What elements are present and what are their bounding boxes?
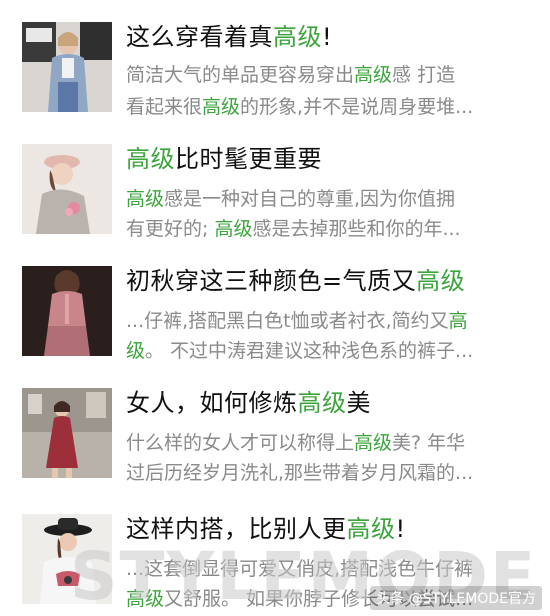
title-keyword: 高级 [126,145,175,173]
article-desc-line: 什么样的女人才可以称得上高级美? 年华 [126,428,530,458]
title-keyword: 高级 [297,389,347,417]
woman-pink-satin-photo-icon [22,266,112,356]
article-desc-line: 看起来很高级的形象,并不是说周身要堆... [126,92,530,122]
desc-text: 感 打造 [392,64,456,86]
article-desc-line: 高级感是一种对自己的尊重,因为你值拥 [126,184,530,214]
article-thumbnail[interactable] [22,388,112,478]
desc-text: 又舒服。 如果你脖子 [164,588,342,610]
article-item[interactable]: 高级比时髦更重要 高级感是一种对自己的尊重,因为你值拥 有更好的; 高级感是去掉… [0,124,550,248]
woman-beret-photo-icon [22,144,112,234]
article-list: 这么穿看着真高级! 简洁大气的单品更容易穿出高级感 打造 看起来很高级的形象,并… [0,0,550,616]
title-text: 初秋穿这三种颜色=气质又 [126,267,417,295]
article-title[interactable]: 女人，如何修炼高级美 [126,388,536,418]
desc-text: 的形象,并不是说周身要堆... [240,96,474,118]
article-title[interactable]: 这么穿看着真高级! [126,22,536,52]
woman-black-hat-photo-icon [22,514,112,604]
desc-keyword: 高 [448,310,468,332]
source-badge: 头条 @STYLEMODE官方 [370,586,542,610]
title-text: ! [395,515,406,543]
desc-keyword: 级 [126,340,146,362]
article-thumbnail[interactable] [22,22,112,112]
desc-keyword: 高级 [126,188,165,210]
title-text: ! [322,23,333,51]
desc-text: 感是一种对自己的尊重,因为你值拥 [164,188,456,210]
desc-text: 。 不过中涛君建议这种浅色系的裤子... [145,340,474,362]
article-desc-line: ...仔裤,搭配黑白色t恤或者衬衣,简约又高 [126,306,530,336]
title-text: 这么穿看着真 [126,23,273,51]
title-keyword: 高级 [416,267,466,295]
title-text: 美 [346,389,371,417]
woman-red-dress-photo-icon [22,388,112,478]
desc-text: 有更好的; [126,218,215,240]
article-desc-line: 过后历经岁月洗礼,那些带着岁月风霜的... [126,458,530,488]
article-desc-line: 级。 不过中涛君建议这种浅色系的裤子... [126,336,530,366]
article-title[interactable]: 初秋穿这三种颜色=气质又高级 [126,266,536,296]
desc-text: 看起来很 [126,96,203,118]
desc-text: 什么样的女人才可以称得上 [126,432,355,454]
article-title[interactable]: 这样内搭，比别人更高级! [126,514,536,544]
woman-denim-jacket-photo-icon [22,22,112,112]
title-text: 女人，如何修炼 [126,389,298,417]
desc-text: 感是去掉那些和你的年... [252,218,461,240]
article-item[interactable]: 初秋穿这三种颜色=气质又高级 ...仔裤,搭配黑白色t恤或者衬衣,简约又高 级。… [0,248,550,372]
desc-keyword: 高级 [126,588,165,610]
desc-keyword: 高级 [214,218,253,240]
article-thumbnail[interactable] [22,514,112,604]
desc-text: ...这套倒显得可爱又俏皮,搭配浅色牛仔裤 [126,558,474,580]
desc-text: ...仔裤,搭配黑白色t恤或者衬衣,简约又 [126,310,449,332]
title-text: 比时髦更重要 [175,145,322,173]
article-title[interactable]: 高级比时髦更重要 [126,144,536,174]
desc-keyword: 高级 [354,64,393,86]
article-desc-line: 有更好的; 高级感是去掉那些和你的年... [126,214,530,244]
article-item[interactable]: 女人，如何修炼高级美 什么样的女人才可以称得上高级美? 年华 过后历经岁月洗礼,… [0,372,550,496]
desc-text: 美? 年华 [392,432,466,454]
title-text: 这样内搭，比别人更 [126,515,347,543]
desc-text: 过后历经岁月洗礼,那些带着岁月风霜的... [126,462,474,484]
article-thumbnail[interactable] [22,266,112,356]
article-desc-line: ...这套倒显得可爱又俏皮,搭配浅色牛仔裤 [126,554,530,584]
article-desc-line: 简洁大气的单品更容易穿出高级感 打造 [126,60,530,90]
title-keyword: 高级 [273,23,322,51]
title-keyword: 高级 [346,515,396,543]
article-item[interactable]: 这么穿看着真高级! 简洁大气的单品更容易穿出高级感 打造 看起来很高级的形象,并… [0,0,550,124]
desc-keyword: 高级 [354,432,393,454]
desc-text: 简洁大气的单品更容易穿出 [126,64,355,86]
desc-keyword: 高级 [202,96,241,118]
article-thumbnail[interactable] [22,144,112,234]
